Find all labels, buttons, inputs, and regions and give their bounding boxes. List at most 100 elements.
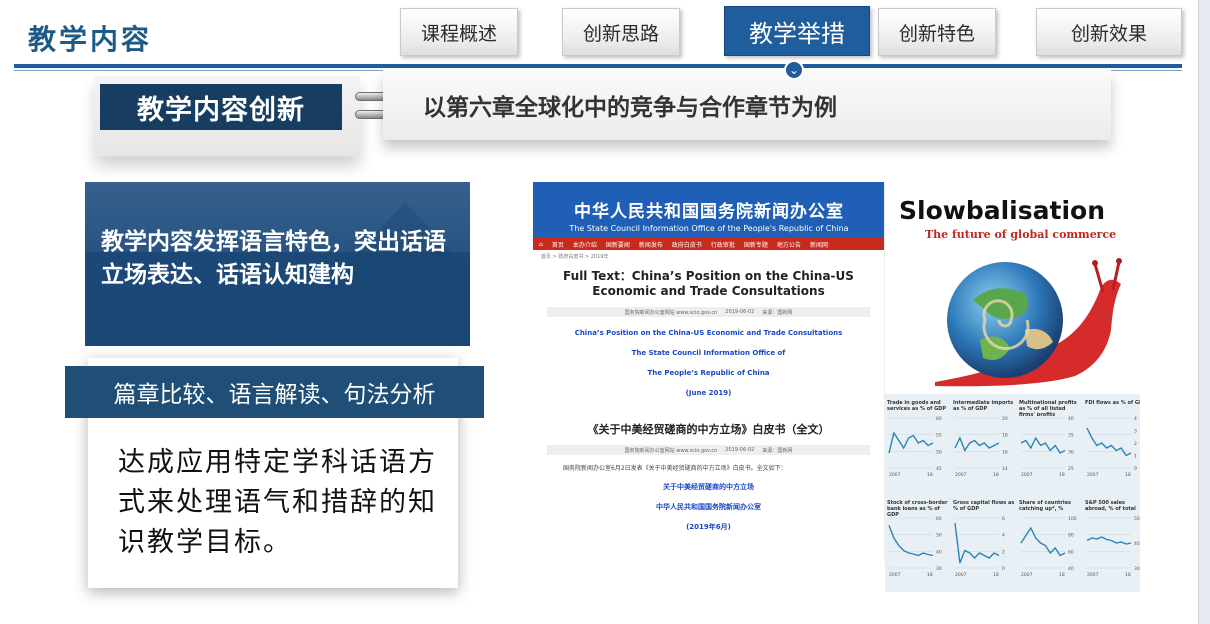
y-tick-label: 0	[1134, 466, 1137, 472]
y-tick-label: 50	[936, 449, 942, 455]
y-tick-label: 100	[1068, 516, 1077, 522]
series-line	[954, 522, 1000, 564]
web-site-name-en: The State Council Information Office of …	[569, 224, 849, 233]
web-nav-item: 行政审批	[710, 241, 735, 249]
y-tick-label: 50	[936, 533, 942, 539]
series-line	[888, 431, 934, 454]
mini-chart-plot: 20 18 16 14 2007 18	[954, 416, 1008, 478]
y-tick-label: 30	[1134, 566, 1140, 572]
y-tick-label: 40	[936, 549, 942, 555]
y-tick-label: 30	[1068, 449, 1074, 455]
web-nav-item: 国新要闻	[605, 241, 630, 249]
web-site-name: 中华人民共和国国务院新闻办公室	[574, 202, 844, 222]
topic-description: 以第六章全球化中的竞争与合作章节为例	[423, 95, 837, 121]
mini-chart-label: Trade in goods and services as % of GDP	[887, 400, 946, 412]
y-tick-label: 40	[1068, 416, 1074, 422]
x-tick-label: 18	[927, 572, 933, 578]
y-tick-label: 2	[1134, 441, 1137, 447]
x-tick-label: 2007	[889, 572, 901, 578]
web-nav-item: 首页	[551, 241, 564, 249]
web-cn-title: 《关于中美经贸磋商的中方立场》白皮书（全文）	[587, 423, 830, 436]
mini-chart: FDI flows as % of GDP 4 3 2 1 0 2007 18	[1085, 400, 1140, 484]
nav-tabs: 课程概述 创新思路 教学举措 创新特色 创新效果	[400, 6, 1190, 56]
mini-chart-label: Intermediate imports as % of GDP	[953, 400, 1014, 412]
web-headline: Full Text：China’s Position on the China-…	[563, 269, 854, 298]
mini-chart-plot: 40 35 30 25 2007 18	[1020, 416, 1074, 478]
mini-chart: S&P 500 sales abroad, % of total 50 40 30 20…	[1085, 500, 1140, 584]
tab-course-overview[interactable]: 课程概述	[400, 8, 518, 56]
mini-chart-label: Share of countries catching up*, %	[1019, 500, 1071, 512]
x-tick-label: 2007	[1021, 572, 1033, 578]
y-tick-label: 35	[1068, 433, 1074, 439]
magazine-cover: Slowbalisation The future of global comm…	[885, 182, 1140, 592]
mini-chart: Intermediate imports as % of GDP 20 18 16 14…	[953, 400, 1015, 484]
y-tick-label: 14	[1002, 466, 1008, 472]
web-cn-meta: 国务院新闻办公室网站 www.scio.gov.cn 2019-06-02 来源…	[547, 445, 870, 455]
mini-chart: Trade in goods and services as % of GDP 6…	[887, 400, 949, 484]
mini-chart-label: Gross capital flows as % of GDP	[953, 500, 1015, 512]
x-tick-label: 2007	[1021, 472, 1033, 478]
tab-innovation-ideas[interactable]: 创新思路	[562, 8, 680, 56]
x-tick-label: 18	[1125, 572, 1131, 578]
web-blue-line: The State Council Information Office of	[631, 349, 786, 357]
feature-text: 教学内容发挥语言特色，突出话语立场表达、话语认知建构	[101, 229, 446, 288]
x-tick-label: 2007	[1087, 472, 1099, 478]
y-tick-label: 60	[936, 516, 942, 522]
web-meta: 国务院新闻办公室网站 www.scio.gov.cn 2019-06-02 来源…	[547, 307, 870, 317]
web-header: 中华人民共和国国务院新闻办公室 The State Council Inform…	[533, 182, 884, 238]
webpage-screenshot: 中华人民共和国国务院新闻办公室 The State Council Inform…	[533, 182, 885, 562]
topic-description-panel: 以第六章全球化中的竞争与合作章节为例	[383, 70, 1111, 140]
web-cn-body: 国务院新闻办公室6月2日发表《关于中美经贸磋商的中方立场》白皮书。全文如下：	[563, 465, 787, 472]
x-tick-label: 2007	[889, 472, 901, 478]
mini-chart-label: S&P 500 sales abroad, % of total	[1085, 500, 1136, 512]
section-title: 教学内容	[28, 23, 153, 56]
mini-chart-label: Stock of cross-border bank loans as % of…	[887, 500, 948, 516]
y-tick-label: 60	[1068, 549, 1074, 555]
tab-innovation-features[interactable]: 创新特色	[878, 8, 996, 56]
tab-teaching-measures[interactable]: 教学举措	[724, 6, 870, 56]
x-tick-label: 18	[927, 472, 933, 478]
magazine-chart-grid: Trade in goods and services as % of GDP 6…	[885, 394, 1140, 592]
y-tick-label: 40	[1134, 541, 1140, 547]
y-tick-label: 4	[1134, 416, 1137, 422]
y-tick-label: 80	[1068, 533, 1074, 539]
y-tick-label: 16	[1002, 449, 1008, 455]
y-tick-label: 6	[1002, 516, 1005, 522]
mini-chart-plot: 4 3 2 1 0 2007 18	[1086, 416, 1137, 478]
right-edge-gutter	[1198, 0, 1210, 624]
x-tick-label: 18	[1059, 472, 1065, 478]
y-tick-label: 18	[1002, 433, 1008, 439]
tab-innovation-effects[interactable]: 创新效果	[1036, 8, 1182, 56]
mini-chart-label: Multinational profits as % of all listed…	[1019, 400, 1077, 416]
mini-chart: Multinational profits as % of all listed…	[1019, 400, 1081, 484]
y-tick-label: 20	[1002, 416, 1008, 422]
mini-chart-plot: 60 55 50 45 2007 18	[888, 416, 942, 478]
web-nav-item: 新闻发布	[638, 241, 663, 249]
web-blue-line: The People’s Republic of China	[647, 369, 770, 377]
series-line	[888, 525, 934, 557]
series-line	[1086, 536, 1132, 545]
mini-chart: Share of countries catching up*, % 100 80 6…	[1019, 500, 1081, 584]
x-tick-label: 18	[1125, 472, 1131, 478]
magazine-subtitle: The future of global commerce	[925, 228, 1117, 241]
method-text: 达成应用特定学科话语方式来处理语气和措辞的知识教学目标。	[118, 447, 437, 558]
mini-chart: Gross capital flows as % of GDP 6 4 2 0 2007 1…	[953, 500, 1015, 584]
web-blue-line: (June 2019)	[685, 389, 732, 397]
y-tick-label: 40	[1068, 566, 1074, 572]
y-tick-label: 30	[936, 566, 942, 572]
x-tick-label: 2007	[955, 472, 967, 478]
web-cn-blue-line: (2019年6月)	[686, 523, 731, 531]
y-tick-label: 25	[1068, 466, 1074, 472]
mini-chart-plot: 50 40 30 2007 18	[1086, 516, 1140, 578]
series-line	[1020, 436, 1066, 454]
magazine-title: Slowbalisation	[899, 196, 1105, 225]
web-nav-item: 新闻网	[809, 241, 828, 249]
y-tick-label: 4	[1002, 533, 1005, 539]
web-nav: ⌂ 首页 本办介绍 国新要闻 新闻发布 政府白皮书 行政审批 国新专题 地方公告…	[533, 238, 884, 250]
snail-globe-illustration	[935, 258, 1122, 387]
y-tick-label: 2	[1002, 549, 1005, 555]
x-tick-label: 2007	[955, 572, 967, 578]
chevron-down-icon: ⌄	[784, 60, 804, 80]
y-tick-label: 3	[1134, 429, 1137, 435]
web-blue-line: China’s Position on the China-US Economi…	[574, 329, 843, 337]
